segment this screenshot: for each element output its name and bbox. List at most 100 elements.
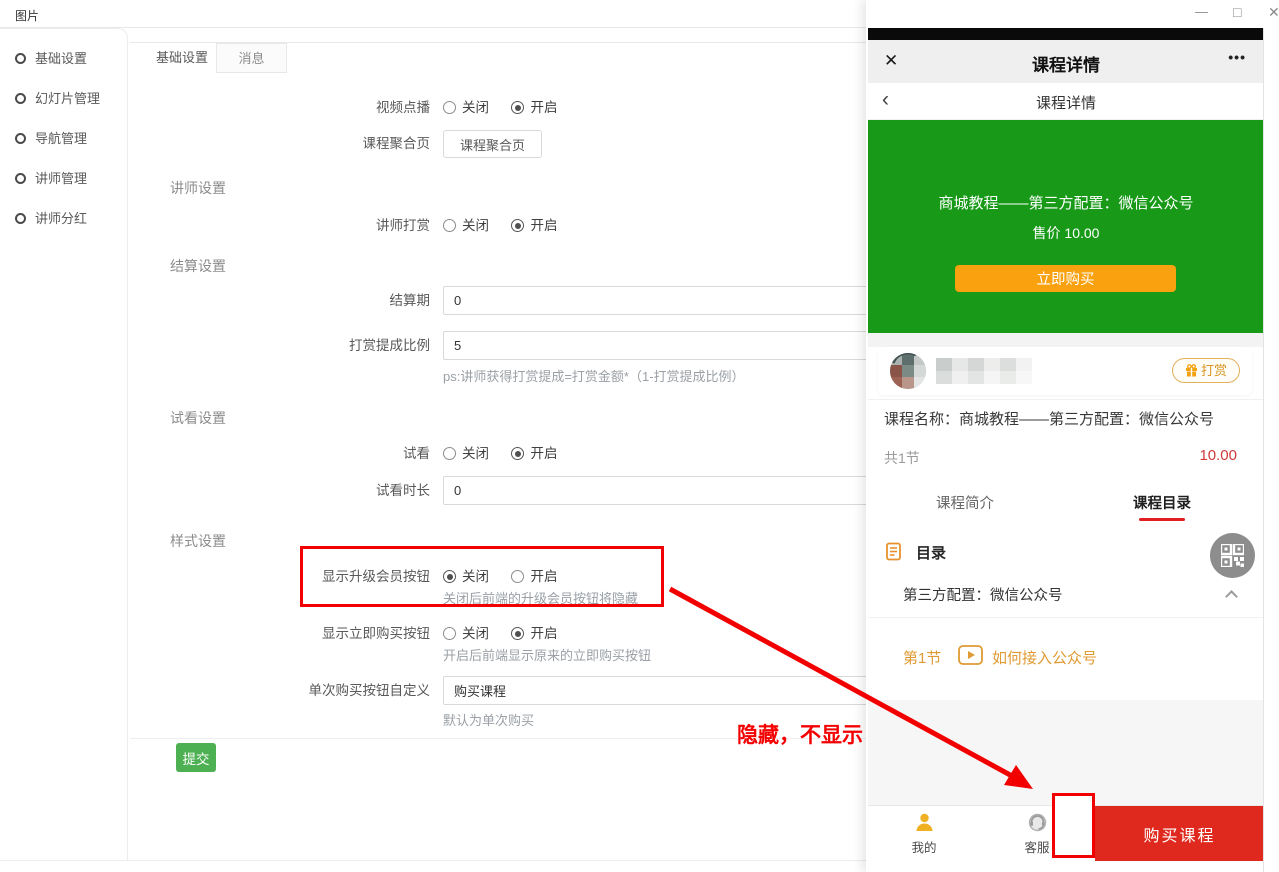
wechat-header: ✕ 课程详情 ••• bbox=[868, 40, 1264, 83]
sidebar-item-lecturer-dividend[interactable]: 讲师分红 bbox=[0, 199, 127, 239]
chapter-title: 第三方配置：微信公众号 bbox=[903, 584, 1063, 605]
section-style-settings: 样式设置 bbox=[170, 531, 226, 551]
radio-label: 关闭 bbox=[462, 569, 489, 584]
admin-bottom-border bbox=[0, 860, 866, 861]
radio-icon bbox=[443, 570, 456, 583]
field-label: 显示立即购买按钮 bbox=[130, 622, 430, 642]
radio-on[interactable]: 开启 bbox=[511, 442, 557, 462]
radio-label: 关闭 bbox=[462, 218, 489, 233]
field-label: 试看时长 bbox=[130, 476, 430, 505]
buynow-help-note: 开启后前端显示原来的立即购买按钮 bbox=[443, 645, 651, 664]
banner-course-title: 商城教程——第三方配置：微信公众号 bbox=[868, 192, 1264, 213]
lesson-row[interactable]: 第1节 如何接入公众号 bbox=[868, 635, 1264, 680]
section-settlement-settings: 结算设置 bbox=[170, 256, 226, 276]
radio-off[interactable]: 关闭 bbox=[443, 96, 489, 116]
field-label: 课程聚合页 bbox=[130, 130, 430, 158]
sidebar-item-label: 讲师分红 bbox=[35, 211, 87, 226]
sidebar-item-lecturer-management[interactable]: 讲师管理 bbox=[0, 159, 127, 199]
tab-course-intro[interactable]: 课程简介 bbox=[890, 492, 1040, 513]
tabbar-item-mine[interactable]: 我的 bbox=[884, 806, 964, 861]
radio-icon bbox=[511, 627, 524, 640]
reward-radio-group: 关闭 开启 bbox=[443, 214, 575, 235]
sidebar-item-label: 讲师管理 bbox=[35, 171, 87, 186]
content-tab-bar: 基础设置 消息 bbox=[130, 42, 866, 72]
radio-on[interactable]: 开启 bbox=[511, 622, 557, 642]
circle-icon bbox=[15, 173, 26, 184]
annotation-text: 隐藏，不显示 bbox=[737, 719, 863, 749]
trial-radio-group: 关闭 开启 bbox=[443, 442, 575, 463]
wechat-header-title: 课程详情 bbox=[868, 51, 1264, 76]
buy-course-button[interactable]: 购买课程 bbox=[1095, 806, 1264, 861]
qr-code-button[interactable] bbox=[1210, 533, 1255, 578]
buy-button-text-input[interactable] bbox=[443, 676, 868, 705]
radio-on[interactable]: 开启 bbox=[511, 565, 557, 585]
radio-label: 开启 bbox=[530, 626, 557, 641]
radio-off[interactable]: 关闭 bbox=[443, 565, 489, 585]
trial-duration-input[interactable] bbox=[443, 476, 868, 505]
radio-label: 开启 bbox=[530, 100, 557, 115]
reward-ratio-input[interactable] bbox=[443, 331, 868, 360]
divider bbox=[868, 617, 1264, 618]
video-play-icon bbox=[958, 645, 983, 670]
close-button[interactable]: ✕ bbox=[1268, 4, 1279, 21]
course-name: 课程名称：商城教程——第三方配置：微信公众号 bbox=[884, 408, 1254, 429]
radio-off[interactable]: 关闭 bbox=[443, 214, 489, 234]
qr-code-icon bbox=[1221, 544, 1244, 567]
course-banner: 商城教程——第三方配置：微信公众号 售价 10.00 立即购买 bbox=[868, 120, 1264, 333]
field-label: 显示升级会员按钮 bbox=[130, 565, 430, 585]
section-trial-settings: 试看设置 bbox=[170, 408, 226, 428]
tabbar-item-service[interactable]: 客服 bbox=[997, 806, 1077, 861]
radio-icon bbox=[443, 219, 456, 232]
radio-on[interactable]: 开启 bbox=[511, 96, 557, 116]
radio-icon bbox=[511, 570, 524, 583]
sidebar-item-label: 幻灯片管理 bbox=[35, 91, 100, 106]
sidebar-item-slideshow[interactable]: 幻灯片管理 bbox=[0, 79, 127, 119]
avatar bbox=[890, 353, 926, 389]
phone-status-bar bbox=[868, 28, 1264, 40]
banner-buy-now-button[interactable]: 立即购买 bbox=[955, 265, 1176, 292]
sidebar-item-label: 基础设置 bbox=[35, 51, 87, 66]
pixelated-avatar-image bbox=[890, 353, 926, 389]
reward-button-label: 打赏 bbox=[1201, 363, 1227, 378]
course-aggregate-button[interactable]: 课程聚合页 bbox=[443, 130, 542, 158]
submit-button[interactable]: 提交 bbox=[176, 743, 216, 772]
circle-icon bbox=[15, 213, 26, 224]
tab-basic-settings[interactable]: 基础设置 bbox=[148, 43, 216, 73]
tab-message[interactable]: 消息 bbox=[216, 43, 287, 73]
phone-preview-window: — □ ✕ ✕ 课程详情 ••• ‹ 课程详情 商城教程——第三方配置：微信公众… bbox=[866, 0, 1279, 872]
more-icon[interactable]: ••• bbox=[1228, 49, 1246, 65]
radio-label: 开启 bbox=[530, 569, 557, 584]
catalog-doc-icon bbox=[886, 542, 903, 561]
radio-on[interactable]: 开启 bbox=[511, 214, 557, 234]
field-label: 试看 bbox=[130, 442, 430, 462]
radio-off[interactable]: 关闭 bbox=[443, 442, 489, 462]
page-title: 图片 bbox=[15, 7, 39, 24]
settlement-period-input[interactable] bbox=[443, 286, 868, 315]
circle-icon bbox=[15, 53, 26, 64]
banner-price: 售价 10.00 bbox=[868, 223, 1264, 243]
sidebar-item-label: 导航管理 bbox=[35, 131, 87, 146]
buynow-radio-group: 关闭 开启 bbox=[443, 622, 575, 643]
active-tab-underline bbox=[1139, 518, 1185, 521]
maximize-button[interactable]: □ bbox=[1233, 4, 1241, 20]
page-subheader: ‹ 课程详情 bbox=[868, 83, 1264, 120]
field-label: 结算期 bbox=[130, 286, 430, 315]
circle-icon bbox=[15, 93, 26, 104]
sidebar-item-navigation[interactable]: 导航管理 bbox=[0, 119, 127, 159]
video-radio-group: 关闭 开启 bbox=[443, 96, 575, 117]
radio-icon bbox=[443, 101, 456, 114]
tab-course-catalog[interactable]: 课程目录 bbox=[1087, 492, 1237, 513]
radio-off[interactable]: 关闭 bbox=[443, 622, 489, 642]
minimize-button[interactable]: — bbox=[1195, 4, 1208, 19]
headset-icon bbox=[1027, 812, 1048, 833]
chapter-row[interactable]: 第三方配置：微信公众号 bbox=[868, 576, 1264, 612]
section-gap bbox=[868, 333, 1264, 347]
reward-button[interactable]: 打赏 bbox=[1172, 358, 1240, 383]
radio-label: 关闭 bbox=[462, 626, 489, 641]
custom-help-note: 默认为单次购买 bbox=[443, 710, 534, 729]
lesson-number: 第1节 bbox=[903, 647, 941, 668]
subheader-title: 课程详情 bbox=[868, 92, 1264, 113]
sidebar: 基础设置 幻灯片管理 导航管理 讲师管理 讲师分红 bbox=[0, 28, 128, 861]
field-label: 单次购买按钮自定义 bbox=[130, 676, 430, 705]
sidebar-item-basic-settings[interactable]: 基础设置 bbox=[0, 39, 127, 79]
